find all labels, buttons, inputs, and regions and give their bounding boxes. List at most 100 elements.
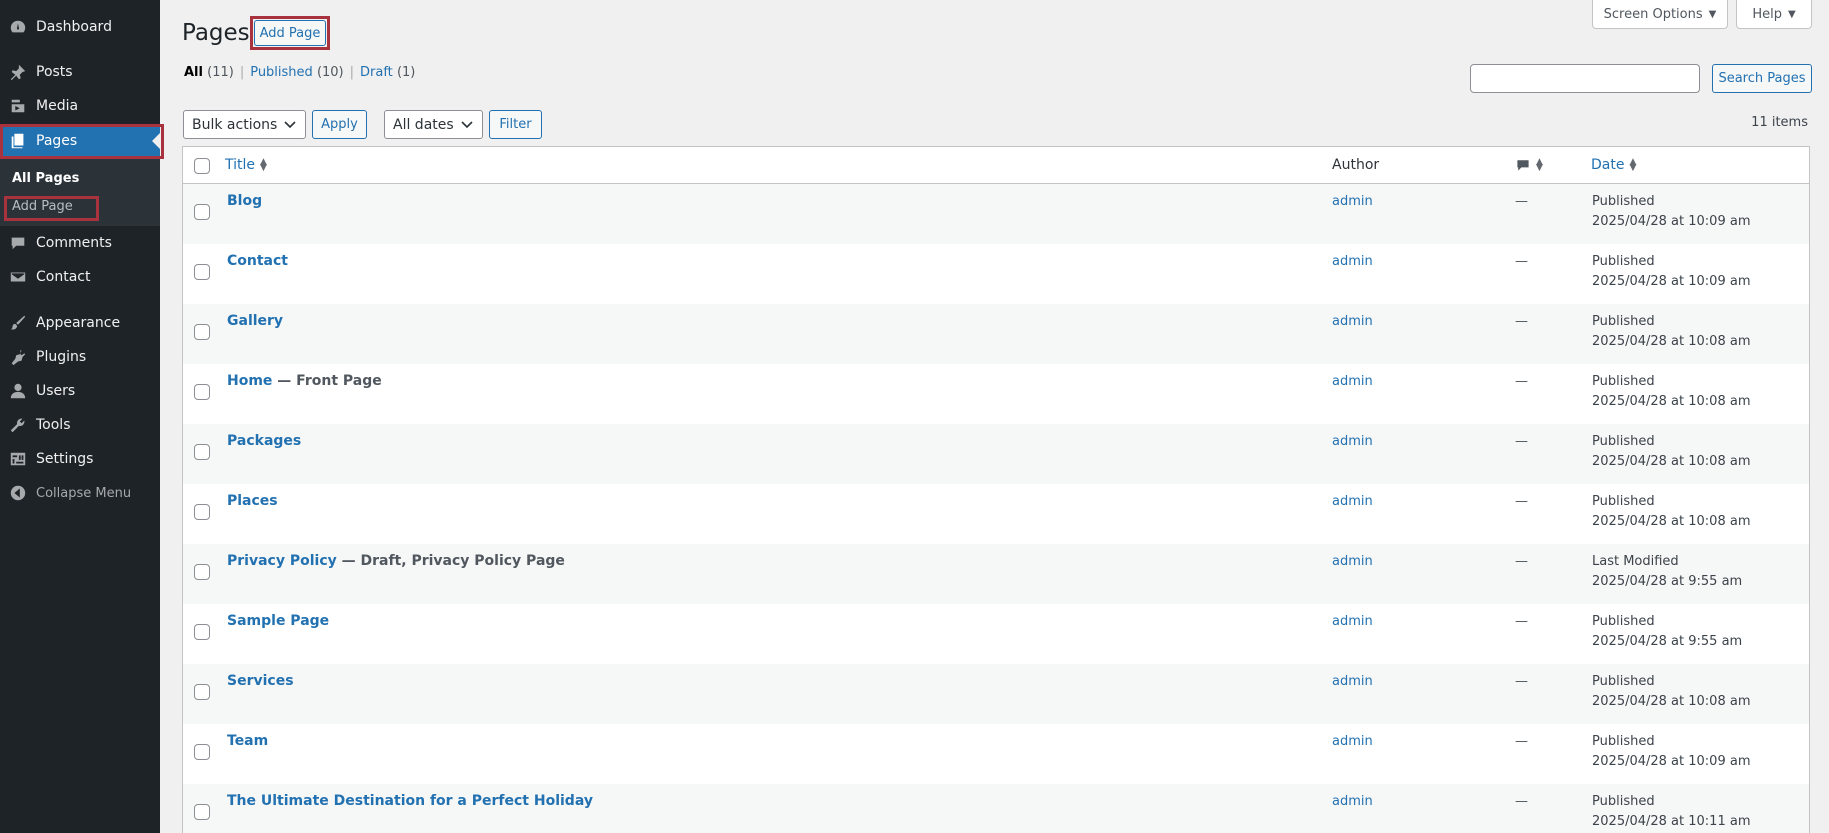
row-checkbox[interactable] [194, 264, 210, 280]
date-value: 2025/04/28 at 10:08 am [1592, 694, 1751, 709]
author-link[interactable]: admin [1332, 734, 1373, 749]
date-status: Published [1592, 614, 1655, 629]
author-link[interactable]: admin [1332, 674, 1373, 689]
author-link[interactable]: admin [1332, 554, 1373, 569]
page-title-link[interactable]: The Ultimate Destination for a Perfect H… [227, 793, 593, 809]
sidebar-item-label: Media [36, 98, 79, 114]
view-published[interactable]: Published (10) [250, 65, 343, 80]
filter-button[interactable]: Filter [489, 110, 542, 139]
author-link[interactable]: admin [1332, 194, 1373, 209]
comments-count: — [1515, 554, 1528, 569]
date-filter-value: All dates [393, 116, 454, 133]
author-link[interactable]: admin [1332, 314, 1373, 329]
sidebar-item-settings[interactable]: Settings [0, 442, 160, 476]
date-value: 2025/04/28 at 10:09 am [1592, 214, 1751, 229]
view-draft-count: (1) [396, 65, 416, 80]
author-link[interactable]: admin [1332, 254, 1373, 269]
author-link[interactable]: admin [1332, 374, 1373, 389]
sidebar-item-label: Posts [36, 64, 73, 80]
comments-count: — [1515, 254, 1528, 269]
title-column-header[interactable]: Title ▲ ▼ [225, 157, 267, 173]
author-link[interactable]: admin [1332, 794, 1373, 809]
page-title-link[interactable]: Places [227, 493, 278, 509]
date-value: 2025/04/28 at 10:11 am [1592, 814, 1751, 829]
sidebar-item-plugins[interactable]: Plugins [0, 340, 160, 374]
table-row: Services admin — Published 2025/04/28 at… [183, 664, 1809, 724]
author-link[interactable]: admin [1332, 434, 1373, 449]
sidebar-item-label: Pages [36, 133, 78, 149]
sort-icon: ▲ ▼ [1536, 157, 1543, 173]
sidebar-item-pages[interactable]: Pages [0, 124, 160, 158]
table-header: Title ▲ ▼ Author ▲ ▼ Date ▲ ▼ [183, 147, 1809, 184]
sidebar-item-media[interactable]: Media [0, 89, 160, 123]
page-title-link[interactable]: Services [227, 673, 294, 689]
brush-icon [8, 313, 28, 333]
sidebar-item-contact[interactable]: Contact [0, 260, 160, 294]
collapse-menu-button[interactable]: Collapse Menu [0, 476, 160, 510]
view-all[interactable]: All (11) [184, 65, 234, 80]
comment-icon [8, 233, 28, 253]
comments-count: — [1515, 494, 1528, 509]
comments-count: — [1515, 614, 1528, 629]
author-column-header: Author [1332, 157, 1380, 173]
row-checkbox[interactable] [194, 624, 210, 640]
date-column-header[interactable]: Date ▲ ▼ [1591, 157, 1636, 173]
collapse-icon [8, 483, 28, 503]
row-checkbox[interactable] [194, 564, 210, 580]
select-all-checkbox[interactable] [194, 158, 210, 174]
author-link[interactable]: admin [1332, 494, 1373, 509]
add-page-button[interactable]: Add Page [254, 20, 326, 46]
view-draft[interactable]: Draft (1) [360, 65, 415, 80]
sidebar-item-label: Tools [36, 417, 71, 433]
page-title-link[interactable]: Team [227, 733, 268, 749]
row-checkbox[interactable] [194, 684, 210, 700]
date-value: 2025/04/28 at 10:09 am [1592, 754, 1751, 769]
date-status: Published [1592, 374, 1655, 389]
page-title-link[interactable]: Privacy Policy [227, 553, 337, 569]
author-link[interactable]: admin [1332, 614, 1373, 629]
page-title-link[interactable]: Blog [227, 193, 262, 209]
search-pages-button[interactable]: Search Pages [1712, 64, 1812, 93]
date-filter-select[interactable]: All dates [384, 110, 483, 139]
screen-options-button[interactable]: Screen Options ▼ [1592, 0, 1728, 29]
help-button[interactable]: Help ▼ [1736, 0, 1812, 29]
comments-column-header[interactable]: ▲ ▼ [1515, 157, 1543, 173]
sidebar-item-users[interactable]: Users [0, 374, 160, 408]
sidebar-item-tools[interactable]: Tools [0, 408, 160, 442]
chevron-down-icon [461, 121, 473, 129]
page-title-link[interactable]: Gallery [227, 313, 283, 329]
sort-icon: ▲ ▼ [1629, 157, 1637, 173]
view-draft-label[interactable]: Draft [360, 65, 393, 80]
sort-icon: ▲ ▼ [260, 157, 267, 173]
sidebar-item-appearance[interactable]: Appearance [0, 306, 160, 340]
row-checkbox[interactable] [194, 744, 210, 760]
page-title-link[interactable]: Packages [227, 433, 301, 449]
view-published-label[interactable]: Published [250, 65, 313, 80]
sidebar-item-comments[interactable]: Comments [0, 226, 160, 260]
row-checkbox[interactable] [194, 504, 210, 520]
sidebar-item-posts[interactable]: Posts [0, 55, 160, 89]
bulk-actions-select[interactable]: Bulk actions [183, 110, 306, 139]
search-input[interactable] [1470, 64, 1700, 93]
submenu-all-pages[interactable]: All Pages [12, 171, 79, 186]
apply-button[interactable]: Apply [312, 110, 367, 139]
view-published-count: (10) [316, 65, 344, 80]
sidebar-item-label: Dashboard [36, 19, 112, 35]
row-checkbox[interactable] [194, 384, 210, 400]
settings-icon [8, 449, 28, 469]
page-title-link[interactable]: Sample Page [227, 613, 329, 629]
sidebar-item-dashboard[interactable]: Dashboard [0, 10, 160, 44]
row-checkbox[interactable] [194, 324, 210, 340]
submenu-add-page[interactable]: Add Page [12, 199, 73, 214]
page-title-link[interactable]: Home [227, 373, 272, 389]
collapse-menu-label: Collapse Menu [36, 485, 132, 501]
admin-sidebar: Dashboard Posts Media Pages All Pages Ad… [0, 0, 164, 833]
date-value: 2025/04/28 at 9:55 am [1592, 574, 1743, 589]
table-row: Privacy Policy — Draft, Privacy Policy P… [183, 544, 1809, 604]
row-checkbox[interactable] [194, 444, 210, 460]
page-title-link[interactable]: Contact [227, 253, 288, 269]
page-title-cell: Privacy Policy — Draft, Privacy Policy P… [227, 553, 565, 569]
row-checkbox[interactable] [194, 204, 210, 220]
row-checkbox[interactable] [194, 804, 210, 820]
post-state: — Draft, Privacy Policy Page [336, 553, 565, 569]
